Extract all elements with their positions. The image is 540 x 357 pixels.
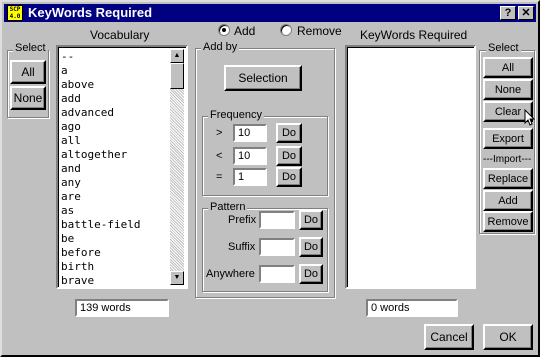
frequency-equal-input[interactable]: 1 xyxy=(233,168,267,186)
add-radio-label: Add xyxy=(234,24,256,38)
select-all-keywords-button[interactable]: All xyxy=(483,57,533,78)
left-select-label: Select xyxy=(13,42,48,54)
frequency-equal-do-button[interactable]: Do xyxy=(276,167,302,187)
vocabulary-item[interactable]: are xyxy=(61,190,140,204)
mouse-pointer-icon xyxy=(524,109,536,126)
vocabulary-item[interactable]: above xyxy=(61,78,140,92)
vocabulary-item[interactable]: add xyxy=(61,92,140,106)
vocabulary-item[interactable]: birth xyxy=(61,260,140,274)
ok-button[interactable]: OK xyxy=(483,324,533,350)
prefix-input[interactable] xyxy=(259,211,295,229)
vocabulary-item[interactable]: brave xyxy=(61,274,140,287)
vocabulary-item[interactable]: be xyxy=(61,232,140,246)
help-button[interactable]: ? xyxy=(500,6,516,20)
vocabulary-items: -- a above add advanced ago all altogether and an… xyxy=(61,50,140,287)
scroll-up-icon[interactable]: ▲ xyxy=(170,49,184,63)
vocabulary-count: 139 words xyxy=(75,299,169,317)
vocabulary-item[interactable]: battle-field xyxy=(61,218,140,232)
vocabulary-item[interactable]: as xyxy=(61,204,140,218)
app-icon: SCP 4.0 xyxy=(7,5,23,21)
prefix-label: Prefix xyxy=(228,214,257,226)
add-by-selection-button[interactable]: Selection xyxy=(224,65,302,91)
anywhere-do-button[interactable]: Do xyxy=(299,264,323,284)
vocabulary-item[interactable]: before xyxy=(61,246,140,260)
vocabulary-item[interactable]: any xyxy=(61,176,140,190)
vocabulary-item[interactable]: ago xyxy=(61,120,140,134)
vocabulary-item[interactable]: -- xyxy=(61,50,140,64)
export-button[interactable]: Export xyxy=(483,128,533,149)
frequency-less-do-button[interactable]: Do xyxy=(276,146,302,166)
vocabulary-item[interactable]: advanced xyxy=(61,106,140,120)
prefix-do-button[interactable]: Do xyxy=(299,210,323,230)
scroll-thumb[interactable] xyxy=(170,63,184,89)
keywords-header: KeyWords Required xyxy=(360,28,468,42)
import-label: ---Import--- xyxy=(483,154,532,165)
import-replace-button[interactable]: Replace xyxy=(483,168,533,189)
frequency-label: Frequency xyxy=(208,109,264,121)
select-all-vocabulary-button[interactable]: All xyxy=(10,60,46,84)
close-button[interactable]: ✕ xyxy=(518,6,534,20)
scroll-down-icon[interactable]: ▼ xyxy=(170,271,184,285)
vocabulary-list[interactable]: -- a above add advanced ago all altogether and an… xyxy=(56,45,188,289)
greater-than-label: > xyxy=(216,127,223,139)
anywhere-label: Anywhere xyxy=(206,268,255,280)
select-none-vocabulary-button[interactable]: None xyxy=(10,86,46,110)
keywords-count: 0 words xyxy=(366,299,458,317)
suffix-input[interactable] xyxy=(259,238,295,256)
select-none-keywords-button[interactable]: None xyxy=(483,79,533,100)
vocabulary-scrollbar[interactable]: ▲ ▼ xyxy=(170,49,184,285)
right-select-label: Select xyxy=(486,42,521,54)
window-title: KeyWords Required xyxy=(28,5,153,20)
equals-label: = xyxy=(216,171,223,183)
suffix-label: Suffix xyxy=(228,241,256,253)
vocabulary-item[interactable]: a xyxy=(61,64,140,78)
import-add-button[interactable]: Add xyxy=(483,190,533,211)
anywhere-input[interactable] xyxy=(259,265,295,283)
remove-radio-label: Remove xyxy=(297,24,342,38)
keywords-required-dialog: SCP 4.0 KeyWords Required ? ✕ Add Remove … xyxy=(0,0,540,357)
import-remove-button[interactable]: Remove xyxy=(483,211,533,232)
vocabulary-item[interactable]: all xyxy=(61,134,140,148)
frequency-greater-input[interactable]: 10 xyxy=(233,124,267,142)
frequency-less-input[interactable]: 10 xyxy=(233,147,267,165)
vocabulary-item[interactable]: altogether xyxy=(61,148,140,162)
less-than-label: < xyxy=(216,150,223,162)
vocabulary-item[interactable]: and xyxy=(61,162,140,176)
cancel-button[interactable]: Cancel xyxy=(424,324,474,350)
radio-selected-dot xyxy=(222,28,226,32)
keywords-list[interactable] xyxy=(345,45,476,289)
remove-radio[interactable] xyxy=(280,24,292,36)
frequency-greater-do-button[interactable]: Do xyxy=(276,123,302,143)
suffix-do-button[interactable]: Do xyxy=(299,237,323,257)
pattern-label: Pattern xyxy=(208,201,248,213)
add-radio[interactable] xyxy=(218,24,230,36)
add-by-label: Add by xyxy=(201,41,240,53)
vocabulary-header: Vocabulary xyxy=(90,28,150,42)
title-bar[interactable]: SCP 4.0 KeyWords Required ? ✕ xyxy=(4,4,536,22)
